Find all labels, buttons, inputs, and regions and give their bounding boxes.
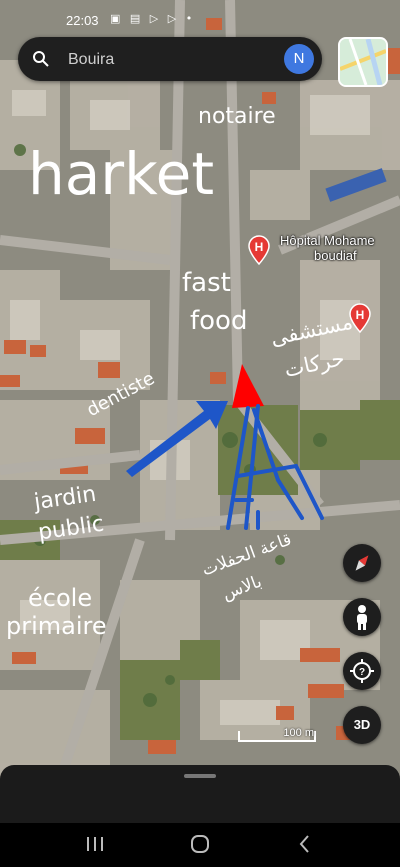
back-button[interactable] [290,831,320,857]
bottom-sheet[interactable] [0,765,400,823]
handwritten-notaire: notaire [198,104,276,129]
status-time: 22:03 [66,13,99,28]
home-icon [191,835,209,853]
handwritten-ecole: école [28,584,93,612]
handwritten-primaire: primaire [6,612,107,640]
account-avatar[interactable]: N [284,44,314,74]
layers-button[interactable] [338,37,388,87]
hospital-label[interactable]: Hôpital Mohame boudiaf [280,233,375,263]
hospital-pin-icon[interactable]: H [247,235,271,265]
notification-icons: ▣ ▤ ▷ ▷ • [110,12,196,25]
compass-icon [355,555,369,571]
sheet-drag-handle[interactable] [184,774,216,778]
layers-thumbnail [340,39,386,85]
street-view-button[interactable] [343,598,381,636]
blue-arrow [126,401,228,477]
system-nav-bar [0,823,400,867]
handwritten-food: food [190,306,248,336]
svg-text:?: ? [359,667,365,678]
search-icon[interactable] [32,50,50,68]
status-bar: 22:03 ▣ ▤ ▷ ▷ • [0,0,400,36]
svg-text:H: H [255,240,264,254]
search-input[interactable] [66,47,270,73]
svg-text:H: H [356,308,365,322]
blue-outline-sketch [226,404,324,530]
recents-icon [87,837,103,851]
recent-apps-button[interactable] [80,831,110,857]
search-bar[interactable]: N [18,37,322,81]
handwritten-fast: fast [182,268,231,298]
my-location-button[interactable]: ? [343,652,381,690]
hospital-label-line1: Hôpital Mohame [280,233,375,248]
satellite-map[interactable]: H H Hôpital Mohame boudiaf notaire harke… [0,0,400,780]
hospital-label-line2: boudiaf [314,248,357,263]
map-scale: 100 m [238,727,316,742]
back-icon [299,835,309,853]
locate-icon: ? [350,659,374,683]
handwritten-harket: harket [28,140,215,208]
home-button[interactable] [185,831,215,857]
compass-button[interactable] [343,544,381,582]
pegman-icon [357,605,367,630]
3d-toggle-button[interactable]: 3D [343,706,381,744]
map-scale-label: 100 m [283,727,314,739]
